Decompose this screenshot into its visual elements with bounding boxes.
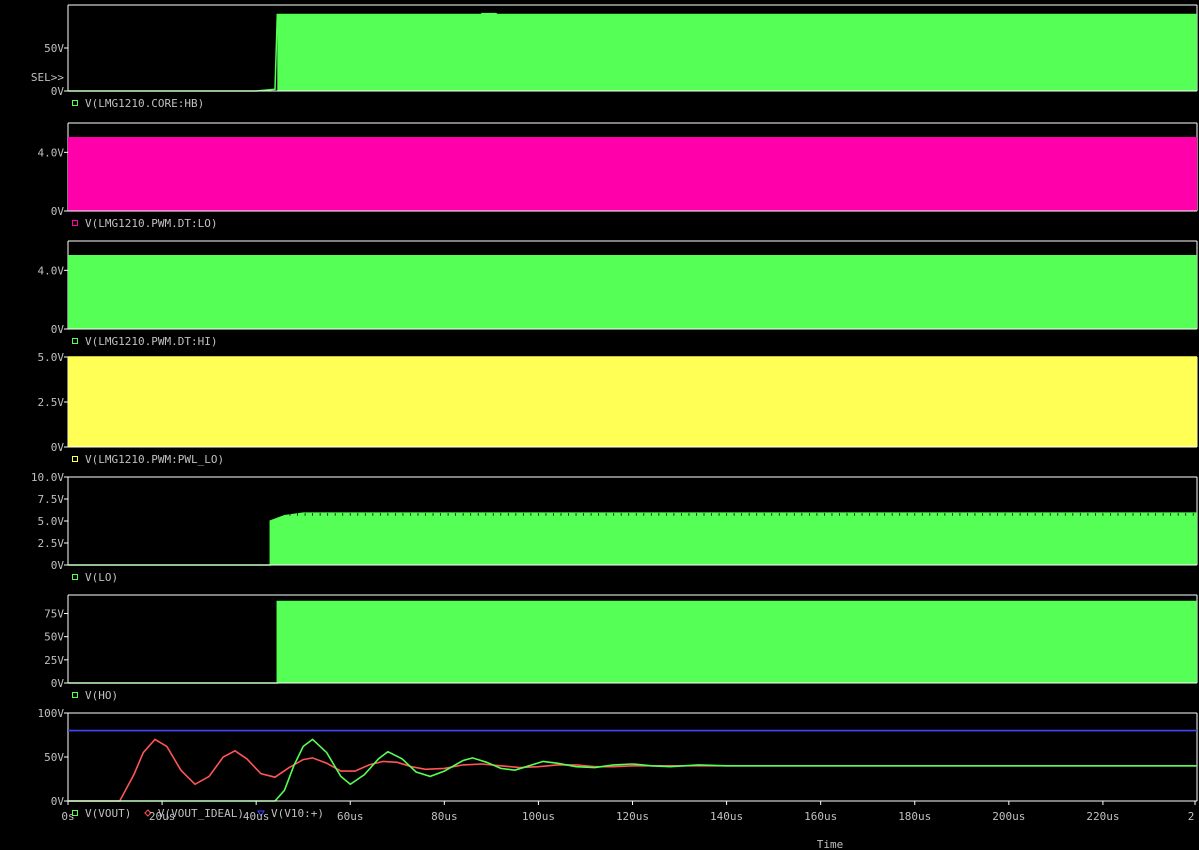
legend-marker-square-icon [72,692,78,698]
y-tick-label: 0V [51,795,65,808]
legend-label: V(V10:+) [271,807,324,820]
x-tick-label: 40us [243,810,270,823]
series-1-1-fill [277,13,1197,92]
y-tick-label: 2.5V [38,396,65,409]
y-tick-label: 75V [44,608,64,621]
y-tick-label: 0V [51,323,65,336]
sel-marker: SEL>> [31,71,64,84]
legend-label: V(LMG1210.CORE:HB) [85,97,204,110]
y-tick-label: 25V [44,654,64,667]
x-tick-label: 100us [522,810,555,823]
x-tick-label: 200us [992,810,1025,823]
legend-marker-square-icon [72,220,78,226]
x-tick-label: 160us [804,810,837,823]
series-7-2-line [68,738,1197,802]
series-2-1-fill [68,137,1197,211]
y-tick-label: 4.0V [38,146,65,159]
y-tick-label: 5.0V [38,351,65,364]
series-7-3-line [68,738,1197,802]
y-tick-label: 50V [44,631,64,644]
y-tick-label: 0V [51,205,65,218]
series-6-1-fill [277,601,1197,683]
x-tick-label: 220us [1086,810,1119,823]
y-tick-label: 50V [44,751,64,764]
y-tick-label: 5.0V [38,515,65,528]
waveform-plot: 50V 0V V(LMG1210.CORE:HB) 4.0V 0V V(LMG1210.P… [31,4,1198,850]
legend-label: V(LO) [85,571,118,584]
x-tick-label: 120us [616,810,649,823]
x-axis-title: Time [817,838,844,850]
panel-1 [64,4,1198,92]
y-tick-label: 10.0V [31,471,64,484]
y-tick-label: 0V [51,441,65,454]
legend-marker-square-icon [72,574,78,580]
panel-2 [64,122,1198,212]
y-tick-label: 0V [51,677,65,690]
panel-7 [64,712,1198,802]
x-tick-label: 0s [61,810,74,823]
legend-marker-square-icon [72,338,78,344]
y-tick-label: 0V [51,85,65,98]
panel-5 [64,476,1198,566]
series-3-1-fill [68,255,1197,329]
x-tick-label: 2 [1188,810,1195,823]
legend-marker-square-icon [72,100,78,106]
x-tick-label: 60us [337,810,364,823]
panel-6 [64,594,1198,684]
y-tick-label: 50V [44,42,64,55]
x-tick-label: 140us [710,810,743,823]
legend-label: V(LMG1210.PWM.DT:LO) [85,217,217,230]
y-tick-label: 2.5V [38,537,65,550]
x-tick-label: 20us [149,810,176,823]
y-tick-label: 4.0V [38,264,65,277]
x-tick-label: 80us [431,810,458,823]
y-tick-label: 0V [51,559,65,572]
legend-label: V(LMG1210.PWM.DT:HI) [85,335,217,348]
legend-label: V(HO) [85,689,118,702]
panel-4 [64,356,1198,448]
series-5-1-fill [270,513,1197,565]
x-tick-label: 180us [898,810,931,823]
panel-3 [64,240,1198,330]
legend-marker-square-icon [72,456,78,462]
y-tick-label: 7.5V [38,493,65,506]
legend-label: V(LMG1210.PWM:PWL_LO) [85,453,224,466]
legend-label: V(VOUT) [85,807,131,820]
series-4-1-fill [68,357,1197,447]
y-tick-label: 100V [38,707,65,720]
